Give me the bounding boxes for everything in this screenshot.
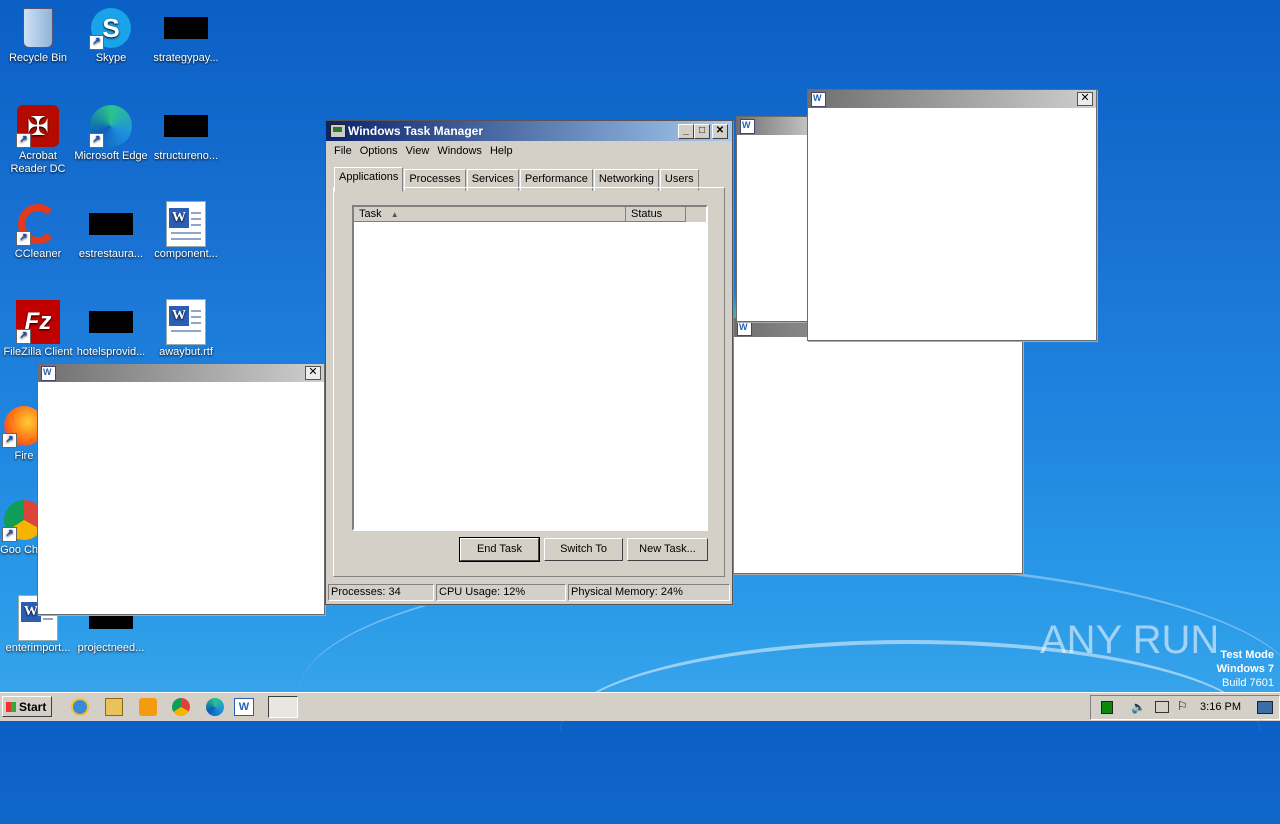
window-titlebar[interactable]: ✕	[808, 90, 1096, 108]
os-line: Windows 7	[1216, 663, 1274, 675]
system-tray: 🔈 ⚐ 3:16 PM	[1090, 695, 1280, 720]
menu-file[interactable]: File	[330, 141, 356, 161]
desktop-icon-label: CCleaner	[14, 248, 62, 260]
explorer-icon[interactable]	[105, 698, 123, 716]
blank-word-window[interactable]: ✕	[807, 89, 1097, 341]
menu-options[interactable]: Options	[356, 141, 402, 161]
redacted-thumbnail-icon	[164, 104, 208, 148]
menu-bar: File Options View Windows Help	[326, 141, 732, 161]
redacted-thumbnail-icon	[164, 6, 208, 50]
desktop-icon-label: structureno...	[153, 150, 219, 162]
desktop-icon-label: enterimport...	[5, 642, 71, 654]
end-task-button[interactable]: End Task	[459, 537, 540, 562]
filezilla-icon: Fz ↗	[16, 300, 60, 344]
desktop-icon-word-doc[interactable]: W component...	[148, 201, 224, 261]
maximize-button[interactable]: □	[694, 124, 710, 139]
sort-ascending-icon: ▲	[390, 210, 399, 219]
word-document-icon: W	[164, 299, 208, 345]
minimize-button[interactable]: _	[678, 124, 694, 139]
start-button[interactable]: Start	[2, 696, 52, 717]
anyrun-watermark: ANY RUN	[1040, 618, 1220, 662]
desktop-icon-ccleaner[interactable]: ↗ CCleaner	[0, 202, 76, 261]
desktop-icon-filezilla[interactable]: Fz ↗ FileZilla Client	[0, 300, 76, 359]
desktop-icon-label: Microsoft Edge	[74, 150, 148, 162]
word-icon	[41, 366, 56, 381]
window-titlebar[interactable]: ✕	[38, 364, 324, 382]
window-title: Windows Task Manager	[348, 124, 484, 138]
window-titlebar[interactable]: Windows Task Manager _ □ ✕	[326, 121, 732, 141]
edge-icon[interactable]	[206, 698, 224, 716]
blank-word-window[interactable]	[733, 318, 1023, 574]
desktop-icon-label: estrestaura...	[78, 248, 144, 260]
ccleaner-icon: ↗	[16, 202, 60, 246]
task-list[interactable]: Task ▲ Status	[352, 205, 708, 531]
close-button[interactable]: ✕	[712, 124, 728, 139]
desktop-icon-file[interactable]: hotelsprovid...	[73, 300, 149, 359]
word-icon	[740, 119, 755, 134]
status-processes: Processes: 34	[328, 584, 434, 601]
chrome-icon[interactable]	[172, 698, 190, 716]
desktop-icon-file[interactable]: estrestaura...	[73, 202, 149, 261]
ie-icon[interactable]	[71, 698, 89, 716]
desktop-icon-label: Skype	[95, 52, 127, 64]
desktop-icon-label: Recycle Bin	[8, 52, 68, 64]
test-mode-text: Test Mode Windows 7 Build 7601	[1217, 648, 1274, 690]
desktop-icon-word-doc[interactable]: W awaybut.rtf	[148, 299, 224, 359]
column-task[interactable]: Task ▲	[354, 207, 626, 222]
new-task-button[interactable]: New Task...	[627, 538, 708, 561]
recycle-bin-icon	[16, 6, 60, 50]
menu-help[interactable]: Help	[486, 141, 517, 161]
desktop-icon-acrobat[interactable]: ✠ ↗ Acrobat Reader DC	[0, 104, 76, 176]
desktop-icon-label: awaybut.rtf	[159, 346, 213, 358]
desktop-icon-label: hotelsprovid...	[76, 346, 146, 358]
acrobat-icon: ✠ ↗	[16, 104, 60, 148]
word-document-icon: W	[164, 201, 208, 247]
list-header: Task ▲ Status	[354, 207, 706, 222]
status-bar: Processes: 34 CPU Usage: 12% Physical Me…	[328, 584, 730, 601]
test-mode-line: Test Mode	[1220, 649, 1274, 661]
redacted-thumbnail-icon	[89, 202, 133, 246]
applications-panel: Task ▲ Status End Task Switch To New Tas…	[333, 187, 725, 577]
desktop-icon-file[interactable]: strategypay...	[148, 6, 224, 65]
build-line: Build 7601	[1222, 677, 1274, 689]
network-icon[interactable]	[1101, 701, 1113, 714]
wallpaper-swoosh	[560, 640, 1260, 824]
blank-word-window[interactable]: ✕	[37, 363, 325, 615]
desktop-icon-file[interactable]: structureno...	[148, 104, 224, 163]
word-icon	[737, 321, 752, 336]
flag-icon[interactable]: ⚐	[1177, 699, 1188, 713]
taskbar: Start W 🔈 ⚐ 3:16 PM	[0, 692, 1280, 721]
desktop-icon-label: component...	[154, 248, 218, 260]
skype-icon: S ↗	[89, 6, 133, 50]
clock[interactable]: 3:16 PM	[1200, 701, 1241, 713]
task-manager-taskbar-icon[interactable]	[268, 696, 298, 718]
column-status[interactable]: Status	[626, 207, 686, 222]
desktop-icon-label: FileZilla Client	[3, 346, 73, 358]
media-player-icon[interactable]	[139, 698, 157, 716]
desktop-icon-recycle-bin[interactable]: Recycle Bin	[0, 6, 76, 65]
menu-windows[interactable]: Windows	[433, 141, 486, 161]
close-button[interactable]: ✕	[1077, 92, 1093, 106]
status-memory: Physical Memory: 24%	[568, 584, 730, 601]
task-manager-icon	[330, 124, 346, 138]
monitor-icon[interactable]	[1155, 701, 1169, 713]
desktop-icon-label: projectneed...	[77, 642, 145, 654]
desktop-icon-skype[interactable]: S ↗ Skype	[73, 6, 149, 65]
tab-applications[interactable]: Applications	[334, 167, 404, 192]
desktop-icon-label: Acrobat Reader DC	[10, 150, 66, 175]
menu-view[interactable]: View	[402, 141, 434, 161]
redacted-thumbnail-icon	[89, 300, 133, 344]
close-button[interactable]: ✕	[305, 366, 321, 380]
word-taskbar-icon[interactable]: W	[234, 698, 254, 716]
switch-to-button[interactable]: Switch To	[544, 538, 623, 561]
volume-icon[interactable]: 🔈	[1131, 700, 1146, 714]
status-cpu: CPU Usage: 12%	[436, 584, 566, 601]
word-icon	[811, 92, 826, 107]
desktop-icon-label: strategypay...	[153, 52, 219, 64]
task-manager-window[interactable]: Windows Task Manager _ □ ✕ File Options …	[325, 120, 733, 605]
show-desktop-icon[interactable]	[1257, 701, 1273, 714]
desktop-icon-edge[interactable]: ↗ Microsoft Edge	[73, 104, 149, 163]
edge-icon: ↗	[89, 104, 133, 148]
column-task-label: Task	[359, 208, 382, 220]
